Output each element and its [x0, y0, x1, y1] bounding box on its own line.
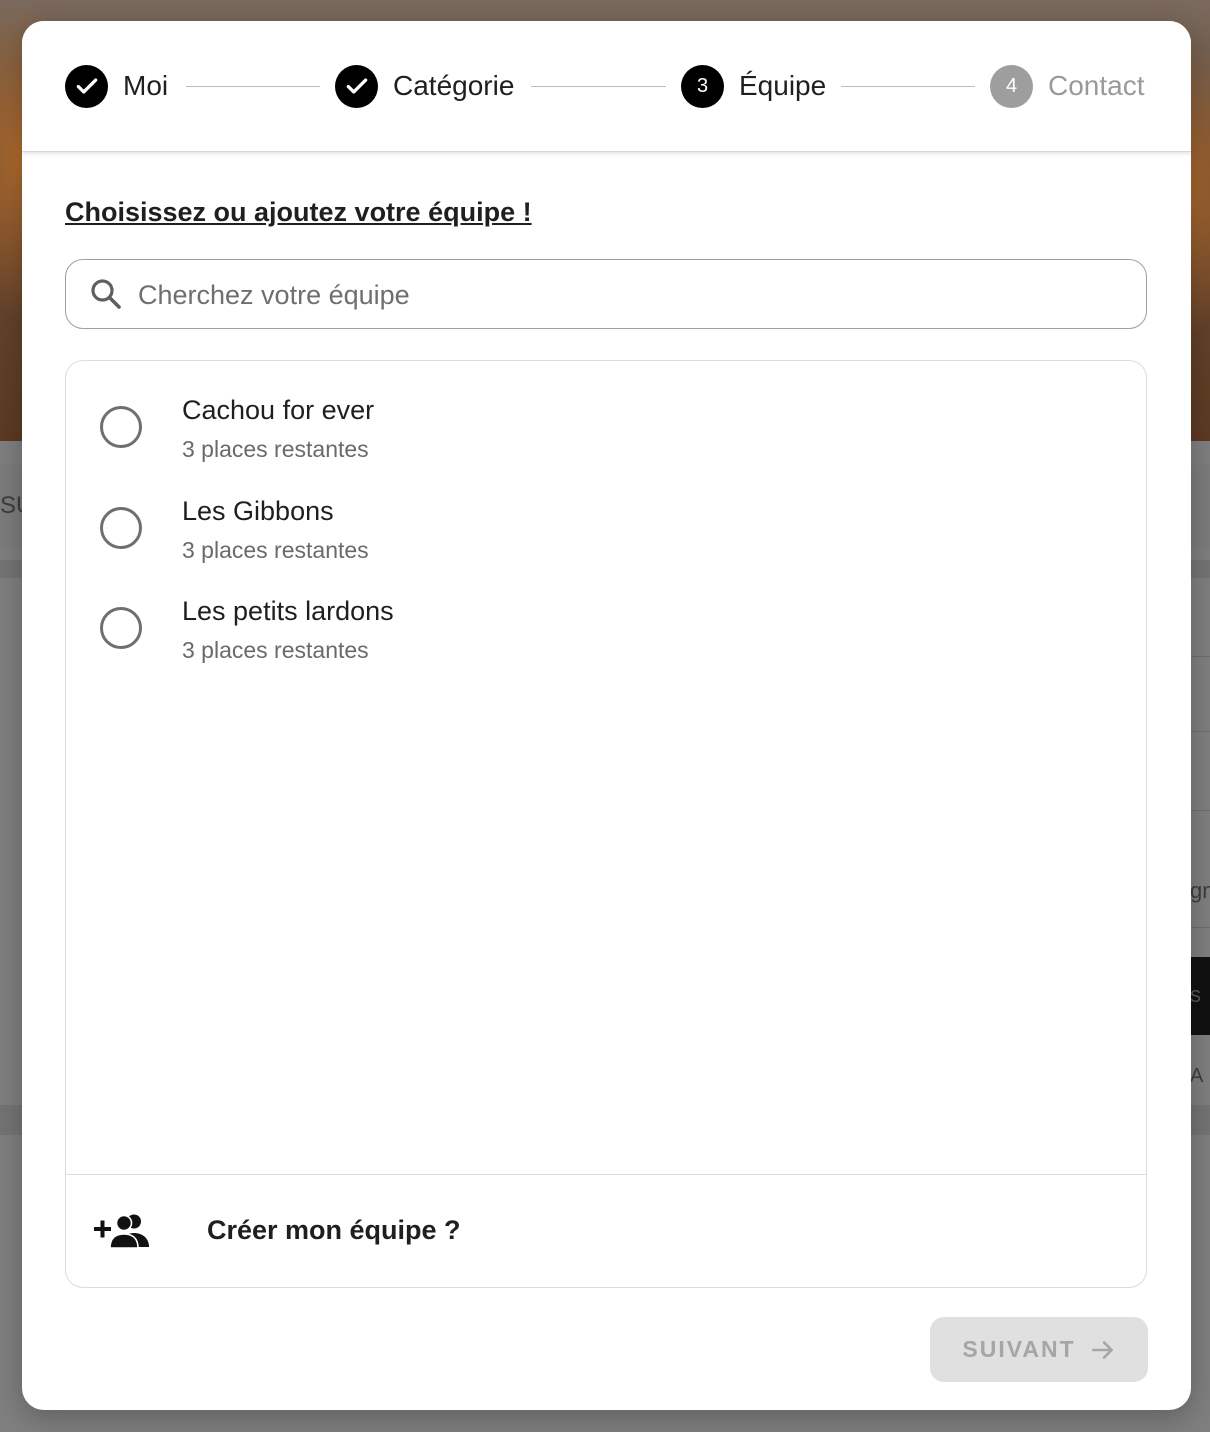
radio-button[interactable] [100, 507, 142, 549]
next-button[interactable]: SUIVANT [930, 1317, 1148, 1382]
radio-button[interactable] [100, 406, 142, 448]
arrow-right-icon [1091, 1340, 1113, 1359]
step-number-badge: 4 [990, 64, 1033, 108]
team-selection-dialog: Moi Catégorie 3 Équipe 4 Contact Choisis… [22, 21, 1191, 1410]
step-connector [186, 86, 320, 87]
stepper: Moi Catégorie 3 Équipe 4 Contact [22, 21, 1191, 152]
team-name: Cachou for ever [182, 395, 375, 425]
step-connector [531, 86, 666, 87]
step-label: Moi [123, 70, 169, 101]
team-option-cachou-for-ever[interactable]: Cachou for ever 3 places restantes [66, 373, 1146, 473]
step-equipe: 3 Équipe [681, 64, 826, 108]
team-name: Les Gibbons [182, 496, 334, 526]
search-box[interactable] [65, 259, 1147, 330]
radio-button[interactable] [100, 607, 142, 649]
background-text-right-2: s [1190, 982, 1201, 1007]
search-input[interactable] [136, 260, 1130, 330]
check-icon [335, 64, 378, 108]
check-icon [65, 64, 108, 108]
step-label: Contact [1048, 70, 1145, 101]
background-text-right-1: gn [1190, 878, 1210, 903]
step-number-badge: 3 [681, 64, 724, 108]
team-option-les-petits-lardons[interactable]: Les petits lardons 3 places restantes [66, 574, 1146, 674]
step-connector [841, 86, 975, 87]
team-option-les-gibbons[interactable]: Les Gibbons 3 places restantes [66, 474, 1146, 574]
team-places-remaining: 3 places restantes [182, 436, 369, 462]
background-text-right-3: A [1190, 1065, 1204, 1087]
team-places-remaining: 3 places restantes [182, 537, 369, 563]
team-places-remaining: 3 places restantes [182, 637, 369, 663]
next-button-label: SUIVANT [962, 1336, 1076, 1362]
create-team-button[interactable]: Créer mon équipe ? [66, 1174, 1146, 1287]
step-label: Catégorie [393, 70, 515, 101]
create-team-label: Créer mon équipe ? [207, 1215, 461, 1245]
step-moi: Moi [65, 64, 168, 108]
team-name: Les petits lardons [182, 596, 394, 626]
group-add-icon [94, 1214, 149, 1249]
step-categorie: Catégorie [335, 64, 514, 108]
step-label: Équipe [739, 70, 827, 101]
team-list: Cachou for ever 3 places restantes Les G… [65, 360, 1147, 1288]
search-icon [91, 279, 121, 309]
page-title: Choisissez ou ajoutez votre équipe ! [65, 197, 532, 227]
step-contact: 4 Contact [990, 64, 1145, 108]
